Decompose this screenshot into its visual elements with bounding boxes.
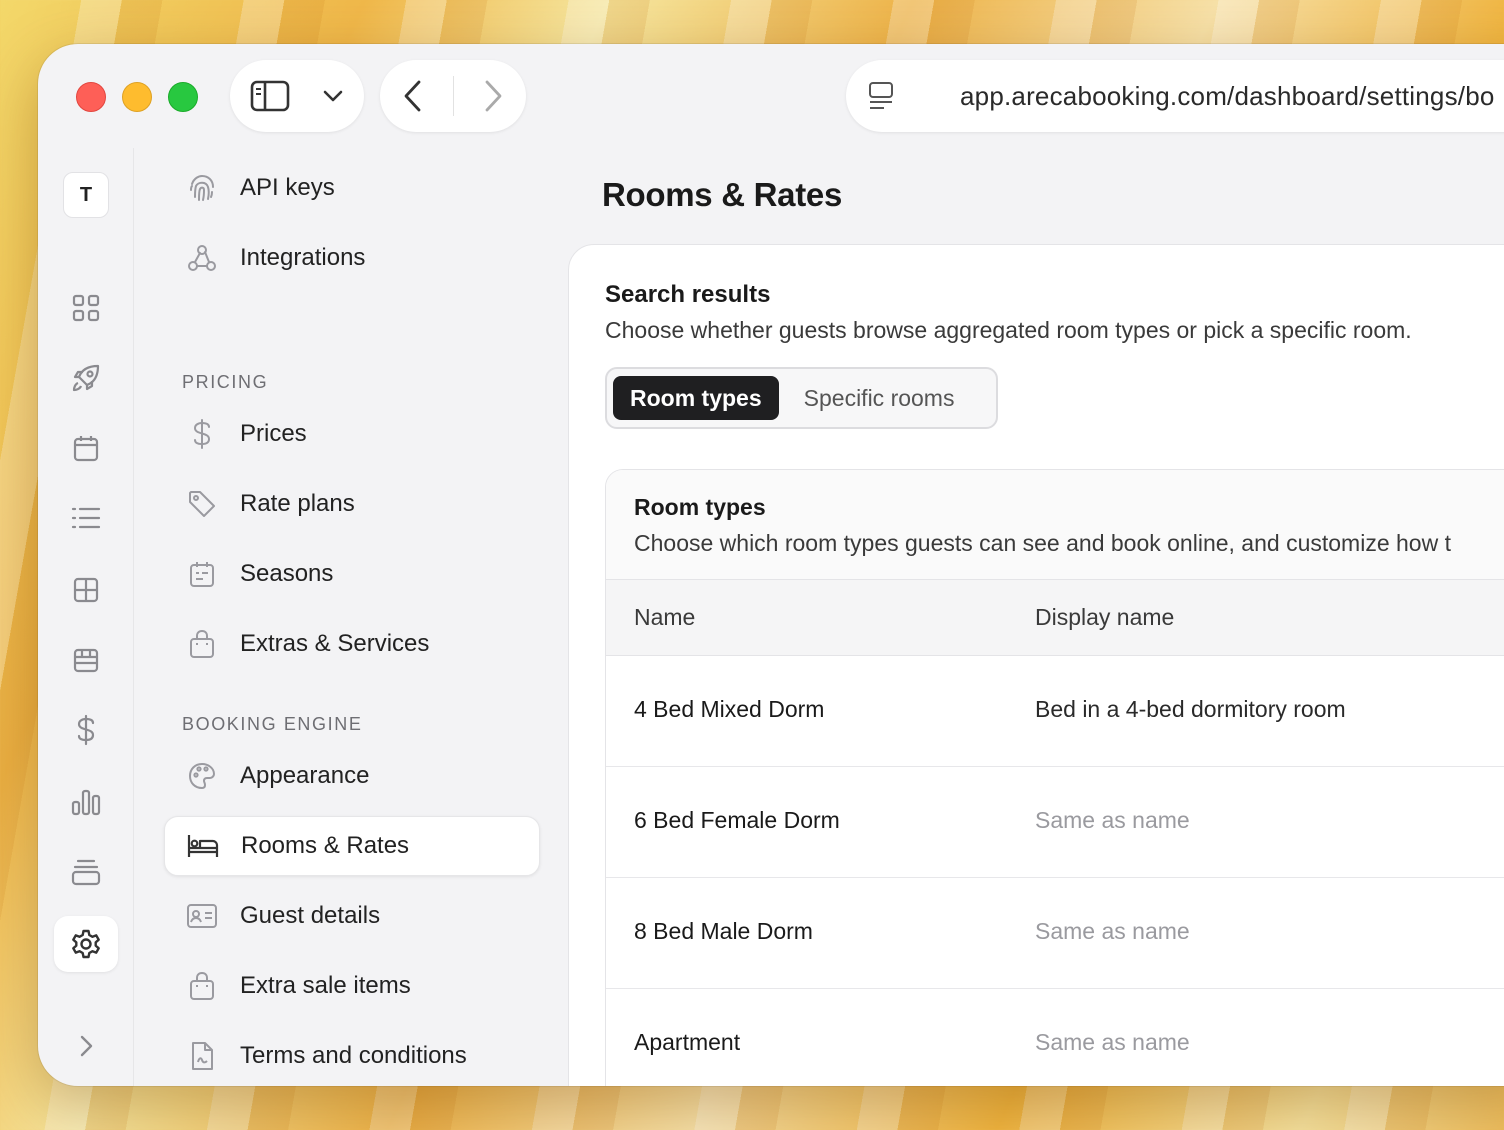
table-row[interactable]: Apartment Same as name (606, 989, 1504, 1086)
table-title: Room types (634, 494, 766, 520)
history-nav-group (380, 60, 526, 132)
grid-icon[interactable] (62, 284, 110, 332)
section-heading-pricing: PRICING (182, 372, 269, 392)
divider (452, 76, 454, 116)
room-display-name[interactable]: Same as name (1035, 918, 1190, 945)
minimize-window-button[interactable] (122, 82, 152, 112)
dollar-icon (184, 416, 220, 452)
sidebar-item-label: Rooms & Rates (241, 832, 410, 859)
browser-window: app.arecabooking.com/dashboard/settings/… (38, 44, 1504, 1086)
settings-gear-icon[interactable] (54, 916, 118, 972)
back-arrow-icon[interactable] (402, 79, 424, 113)
sidebar-item-extra-sale-items[interactable]: Extra sale items (164, 956, 540, 1016)
sidebar-item-label: Appearance (240, 762, 370, 789)
bar-chart-icon[interactable] (62, 778, 110, 826)
rocket-icon[interactable] (62, 354, 110, 402)
settings-sidebar: API keys Integrations PRICING Prices Rat… (134, 148, 570, 1086)
sidebar-item-label: Rate plans (240, 490, 355, 517)
sidebar-item-guest-details[interactable]: Guest details (164, 886, 540, 946)
sidebar-item-label: API keys (240, 174, 335, 201)
column-header-display-name: Display name (1035, 604, 1175, 630)
storefront-icon[interactable] (62, 636, 110, 684)
sidebar-item-appearance[interactable]: Appearance (164, 746, 540, 806)
chevron-down-icon[interactable] (322, 89, 344, 103)
section-title: Search results (605, 281, 771, 308)
url-text[interactable]: app.arecabooking.com/dashboard/settings/… (960, 81, 1495, 112)
sidebar-item-label: Extras & Services (240, 630, 430, 657)
sidebar-item-api-keys[interactable]: API keys (164, 158, 540, 218)
chevron-right-icon[interactable] (62, 1022, 110, 1070)
sidebar-item-seasons[interactable]: Seasons (164, 544, 540, 604)
room-types-table: Room types Choose which room types guest… (605, 469, 1504, 1086)
workspace-avatar[interactable]: T (63, 172, 109, 218)
app-icon-rail: T (38, 148, 134, 1086)
maximize-window-button[interactable] (168, 82, 198, 112)
table-header: Room types Choose which room types guest… (606, 470, 1504, 580)
fingerprint-icon (184, 170, 220, 206)
sidebar-item-rate-plans[interactable]: Rate plans (164, 474, 540, 534)
column-headers: Name Display name (606, 580, 1504, 656)
room-types-option[interactable]: Room types (613, 376, 779, 420)
room-display-name[interactable]: Same as name (1035, 807, 1190, 834)
dollar-icon[interactable] (62, 706, 110, 754)
sidebar-item-label: Terms and conditions (240, 1042, 467, 1069)
close-window-button[interactable] (76, 82, 106, 112)
sidebar-item-label: Prices (240, 420, 307, 447)
id-card-icon (184, 898, 220, 934)
sidebar-toggle-group (230, 60, 364, 132)
section-heading-booking-engine: BOOKING ENGINE (182, 714, 363, 734)
window-controls (76, 82, 198, 112)
sidebar-toggle-icon[interactable] (250, 80, 290, 112)
room-display-name[interactable]: Same as name (1035, 1029, 1190, 1056)
stack-icon[interactable] (62, 848, 110, 896)
list-icon[interactable] (62, 494, 110, 542)
room-name: Apartment (634, 1029, 741, 1055)
sidebar-item-terms-conditions[interactable]: Terms and conditions (164, 1026, 540, 1086)
room-name: 6 Bed Female Dorm (634, 807, 840, 833)
sidebar-item-label: Extra sale items (240, 972, 411, 999)
sidebar-item-label: Guest details (240, 902, 381, 929)
forward-arrow-icon[interactable] (482, 79, 504, 113)
palette-icon (184, 758, 220, 794)
table-row[interactable]: 8 Bed Male Dorm Same as name (606, 878, 1504, 989)
specific-rooms-option[interactable]: Specific rooms (787, 376, 972, 420)
search-mode-toggle: Room types Specific rooms (605, 367, 998, 429)
bed-icon (185, 828, 221, 864)
sidebar-item-rooms-rates[interactable]: Rooms & Rates (164, 816, 540, 876)
room-display-name[interactable]: Bed in a 4-bed dormitory room (1035, 696, 1346, 723)
document-icon (184, 1038, 220, 1074)
room-name: 8 Bed Male Dorm (634, 918, 813, 944)
column-header-name: Name (634, 604, 696, 630)
sidebar-item-integrations[interactable]: Integrations (164, 228, 540, 288)
room-name: 4 Bed Mixed Dorm (634, 696, 825, 722)
calendar-icon[interactable] (62, 424, 110, 472)
sidebar-item-extras-services[interactable]: Extras & Services (164, 614, 540, 674)
sidebar-item-prices[interactable]: Prices (164, 404, 540, 464)
table-description: Choose which room types guests can see a… (634, 530, 1451, 556)
address-bar[interactable]: app.arecabooking.com/dashboard/settings/… (846, 60, 1504, 132)
webhook-icon (184, 240, 220, 276)
bag-icon (184, 626, 220, 662)
section-description: Choose whether guests browse aggregated … (605, 317, 1412, 343)
bag-icon (184, 968, 220, 1004)
sidebar-item-label: Integrations (240, 244, 366, 271)
tag-icon (184, 486, 220, 522)
layout-icon[interactable] (62, 566, 110, 614)
calendar-icon (184, 556, 220, 592)
page-icon (868, 81, 894, 111)
table-row[interactable]: 6 Bed Female Dorm Same as name (606, 767, 1504, 878)
page-title: Rooms & Rates (602, 176, 842, 213)
sidebar-item-label: Seasons (240, 560, 334, 587)
table-row[interactable]: 4 Bed Mixed Dorm Bed in a 4-bed dormitor… (606, 656, 1504, 767)
settings-card: Search results Choose whether guests bro… (568, 244, 1504, 1086)
